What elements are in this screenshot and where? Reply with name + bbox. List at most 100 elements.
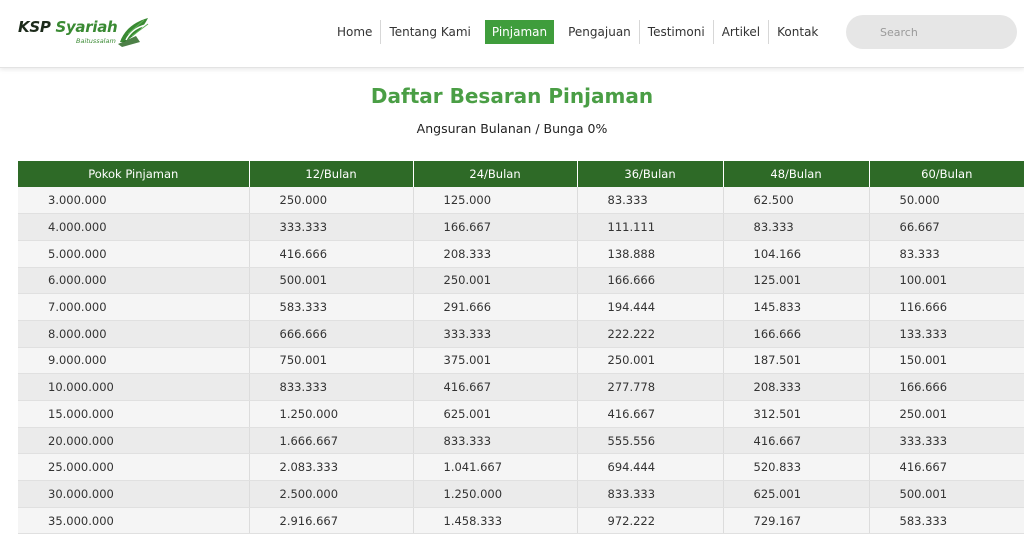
- table-cell: 625.001: [723, 480, 870, 508]
- table-cell: 100.001: [869, 267, 1024, 295]
- table-cell: 555.556: [577, 427, 724, 455]
- table-cell: 62.500: [723, 187, 870, 215]
- column-header-24: 24/Bulan: [413, 161, 578, 187]
- table-row: 6.000.000 500.001 250.001 166.666 125.001 100…: [18, 267, 1024, 295]
- table-cell: 138.888: [577, 240, 724, 268]
- table-cell: 3.000.000: [18, 187, 250, 215]
- table-row: 5.000.000 416.666 208.333 138.888 104.166 83.…: [18, 240, 1024, 268]
- table-cell: 1.250.000: [413, 480, 578, 508]
- table-cell: 166.666: [723, 320, 870, 348]
- table-cell: 83.333: [869, 240, 1024, 268]
- table-cell: 125.000: [413, 187, 578, 215]
- table-cell: 416.666: [249, 240, 414, 268]
- brand-logo[interactable]: KSP Syariah Baitussalam: [18, 12, 158, 52]
- table-row: 30.000.000 2.500.000 1.250.000 833.333 625.0…: [18, 480, 1024, 508]
- table-cell: 187.501: [723, 347, 870, 375]
- table-cell: 145.833: [723, 293, 870, 321]
- table-cell: 208.333: [413, 240, 578, 268]
- table-cell: 333.333: [249, 213, 414, 241]
- page-subtitle: Angsuran Bulanan / Bunga 0%: [416, 121, 608, 136]
- table-row: 15.000.000 1.250.000 625.001 416.667 312.501…: [18, 400, 1024, 428]
- table-cell: 9.000.000: [18, 347, 250, 375]
- table-cell: 35.000.000: [18, 507, 250, 535]
- table-cell: 277.778: [577, 373, 724, 401]
- table-row: 35.000.000 2.916.667 1.458.333 972.222 729.1…: [18, 507, 1024, 535]
- column-header-12: 12/Bulan: [249, 161, 414, 187]
- brand-name-part2: Syariah: [55, 18, 118, 36]
- nav-item-testimoni[interactable]: Testimoni: [640, 20, 714, 44]
- table-cell: 8.000.000: [18, 320, 250, 348]
- table-cell: 2.916.667: [249, 507, 414, 535]
- table-cell: 972.222: [577, 507, 724, 535]
- nav-item-kontak[interactable]: Kontak: [769, 20, 826, 44]
- table-cell: 500.001: [249, 267, 414, 295]
- table-cell: 4.000.000: [18, 213, 250, 241]
- table-cell: 416.667: [869, 453, 1024, 482]
- table-row: 3.000.000 250.000 125.000 83.333 62.500 50.00…: [18, 187, 1024, 215]
- table-cell: 500.001: [869, 480, 1024, 508]
- search-input[interactable]: [846, 15, 1017, 49]
- table-cell: 116.666: [869, 293, 1024, 321]
- table-cell: 583.333: [869, 507, 1024, 535]
- nav-item-home[interactable]: Home: [329, 20, 382, 44]
- table-cell: 1.041.667: [413, 453, 578, 482]
- table-cell: 833.333: [413, 427, 578, 455]
- table-cell: 291.666: [413, 293, 578, 321]
- table-cell: 125.001: [723, 267, 870, 295]
- table-cell: 250.001: [577, 347, 724, 375]
- table-cell: 83.333: [577, 187, 724, 215]
- table-cell: 133.333: [869, 320, 1024, 348]
- column-header-pokok: Pokok Pinjaman: [18, 161, 250, 187]
- table-cell: 625.001: [413, 400, 578, 428]
- nav-item-tentang-kami[interactable]: Tentang Kami: [381, 20, 478, 44]
- table-cell: 583.333: [249, 293, 414, 321]
- table-cell: 166.666: [869, 373, 1024, 401]
- table-cell: 20.000.000: [18, 427, 250, 455]
- table-cell: 150.001: [869, 347, 1024, 375]
- brand-name-part1: KSP: [18, 18, 56, 36]
- nav-item-artikel[interactable]: Artikel: [714, 20, 770, 44]
- table-cell: 222.222: [577, 320, 724, 348]
- table-cell: 833.333: [577, 480, 724, 508]
- table-cell: 25.000.000: [18, 453, 250, 482]
- leaf-book-icon: [118, 18, 151, 47]
- table-row: 9.000.000 750.001 375.001 250.001 187.501 150…: [18, 347, 1024, 375]
- page-title: Daftar Besaran Pinjaman: [370, 84, 654, 108]
- table-row: 20.000.000 1.666.667 833.333 555.556 416.667…: [18, 427, 1024, 455]
- table-cell: 416.667: [413, 373, 578, 401]
- column-header-48: 48/Bulan: [723, 161, 870, 187]
- table-cell: 166.667: [413, 213, 578, 241]
- column-header-36: 36/Bulan: [577, 161, 724, 187]
- table-cell: 5.000.000: [18, 240, 250, 268]
- table-cell: 1.458.333: [413, 507, 578, 535]
- table-row: 4.000.000 333.333 166.667 111.111 83.333 66.6…: [18, 213, 1024, 241]
- table-cell: 10.000.000: [18, 373, 250, 401]
- table-cell: 250.000: [249, 187, 414, 215]
- table-row: 25.000.000 2.083.333 1.041.667 694.444 520.8…: [18, 453, 1024, 482]
- column-header-60: 60/Bulan: [869, 161, 1024, 187]
- table-cell: 333.333: [413, 320, 578, 348]
- table-cell: 208.333: [723, 373, 870, 401]
- table-cell: 520.833: [723, 453, 870, 482]
- brand-name: KSP Syariah: [18, 18, 118, 36]
- table-cell: 312.501: [723, 400, 870, 428]
- table-cell: 83.333: [723, 213, 870, 241]
- site-header: KSP Syariah Baitussalam Home Tentang Kam…: [0, 0, 1024, 68]
- table-row: 8.000.000 666.666 333.333 222.222 166.666 133…: [18, 320, 1024, 348]
- nav-item-pengajuan[interactable]: Pengajuan: [560, 20, 640, 44]
- table-cell: 194.444: [577, 293, 724, 321]
- brand-subtitle: Baitussalam: [76, 37, 116, 45]
- nav-item-pinjaman[interactable]: Pinjaman: [484, 20, 555, 44]
- table-cell: 375.001: [413, 347, 578, 375]
- table-cell: 166.666: [577, 267, 724, 295]
- table-cell: 250.001: [869, 400, 1024, 428]
- table-cell: 1.250.000: [249, 400, 414, 428]
- table-cell: 2.083.333: [249, 453, 414, 482]
- table-cell: 104.166: [723, 240, 870, 268]
- table-cell: 1.666.667: [249, 427, 414, 455]
- table-cell: 50.000: [869, 187, 1024, 215]
- loan-table-container: Pokok Pinjaman 12/Bulan 24/Bulan 36/Bula…: [18, 161, 1024, 535]
- table-row: 7.000.000 583.333 291.666 194.444 145.833 116…: [18, 293, 1024, 321]
- table-cell: 7.000.000: [18, 293, 250, 321]
- table-cell: 15.000.000: [18, 400, 250, 428]
